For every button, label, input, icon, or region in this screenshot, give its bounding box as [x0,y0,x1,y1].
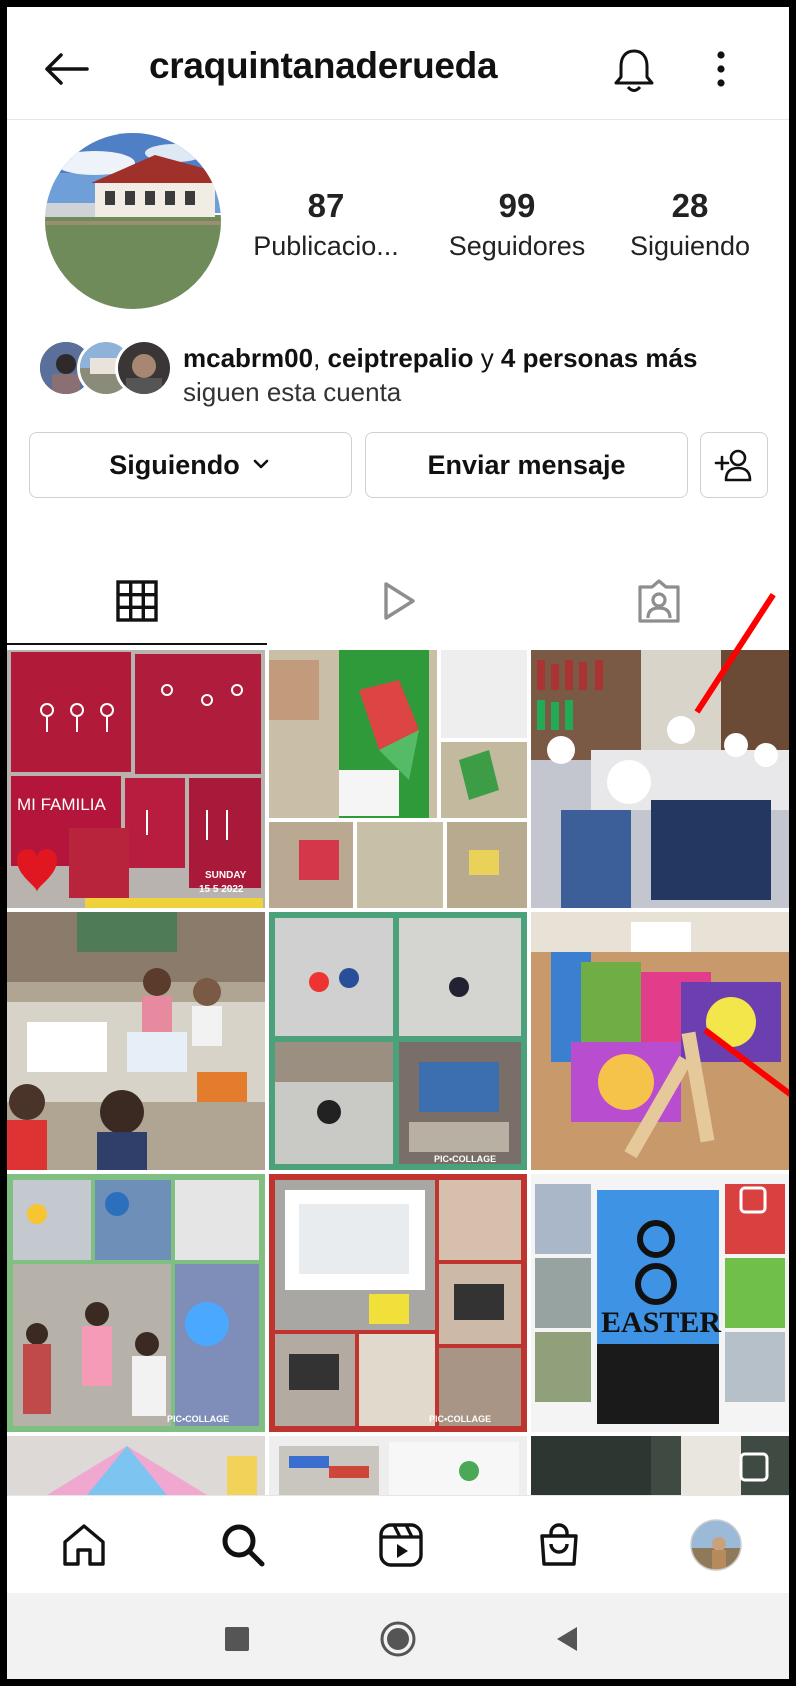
device-frame: craquintanaderueda 87 Publicacio... 99 S… [0,0,796,1686]
post-thumbnail-easter-bunny[interactable] [531,1436,789,1495]
reels-icon [379,1523,423,1567]
profile-username: craquintanaderueda [149,45,498,86]
app-screen: craquintanaderueda 87 Publicacio... 99 S… [7,7,789,1679]
nav-profile[interactable] [687,1516,745,1574]
post-thumbnail-easter[interactable]: EASTER [531,1174,789,1432]
following-button-label: Siguiendo [109,449,240,480]
followed-by-user2[interactable]: ceiptrepalio [328,343,474,373]
post-caption-day: SUNDAY [205,870,247,881]
stat-followers-value: 99 [498,187,536,224]
home-icon [63,1524,105,1566]
post-caption-date: 15 5 2022 [199,884,244,895]
post-thumbnail-library[interactable] [531,650,789,908]
back-system-button[interactable] [547,1619,587,1659]
bell-icon[interactable] [612,45,656,95]
reels-play-icon [384,582,415,620]
post-thumbnail-tablets-collage[interactable]: PIC•COLLAGE [269,1174,527,1432]
post-thumbnail-classroom[interactable] [7,912,265,1170]
followed-by-subtitle: siguen esta cuenta [183,377,402,407]
nav-search[interactable] [214,1516,272,1574]
stat-following-value: 28 [671,187,709,224]
stat-followers-label: Seguidores [448,231,586,261]
tagged-person-icon [638,579,680,623]
post-caption-title: MI FAMILIA [17,795,106,814]
post-thumbnail-bikes-collage[interactable]: PIC•COLLAGE [269,912,527,1170]
add-person-button[interactable] [700,432,768,498]
circle-icon [380,1621,416,1657]
send-message-label: Enviar mensaje [427,449,626,480]
arrow-left-icon[interactable] [41,49,91,89]
bottom-navigation [7,1495,789,1594]
tab-posts-grid[interactable] [7,555,267,647]
post-easter-word: EASTER [601,1306,721,1339]
profile-header: craquintanaderueda [7,7,789,120]
post-collage-tag: PIC•COLLAGE [434,1154,496,1164]
stat-posts[interactable]: 87 Publicacio... [251,187,401,262]
followed-by-conj: y [473,343,501,373]
system-nav-bar [7,1593,789,1679]
post-collage-tag: PIC•COLLAGE [167,1414,229,1424]
profile-tabs [7,555,789,647]
search-icon [222,1524,265,1567]
following-button[interactable]: Siguiendo [29,432,352,498]
nav-reels[interactable] [372,1516,430,1574]
shop-icon [540,1523,578,1566]
post-thumbnail-posters-collage[interactable]: PIC•COLLAGE [7,1174,265,1432]
recent-apps-button[interactable] [217,1619,257,1659]
post-thumbnail-supplies[interactable] [269,1436,527,1495]
chevron-down-icon [253,459,269,469]
followed-by-text[interactable]: mcabrm00, ceiptrepalio y 4 personas más [183,343,697,374]
followed-by-others[interactable]: 4 personas más [501,343,698,373]
triangle-back-icon [557,1627,577,1651]
followed-by-user1[interactable]: mcabrm00 [183,343,313,373]
stat-followers[interactable]: 99 Seguidores [437,187,597,262]
tab-reels[interactable] [268,555,528,647]
post-collage-tag: PIC•COLLAGE [429,1414,491,1424]
follower-avatar[interactable] [115,339,173,397]
post-thumbnail-masks[interactable] [531,912,789,1170]
nav-shop[interactable] [530,1516,588,1574]
posts-grid-icon [116,580,158,622]
add-person-icon [714,449,752,482]
post-thumbnail-tangram[interactable] [269,650,527,908]
home-system-button[interactable] [378,1619,418,1659]
followed-by-comma: , [313,343,328,373]
active-tab-indicator [7,643,267,645]
more-vertical-icon[interactable] [712,49,730,89]
nav-home[interactable] [55,1516,113,1574]
stat-posts-value: 87 [307,187,345,224]
stat-posts-label: Publicacio... [253,231,399,261]
profile-avatar[interactable] [45,133,221,309]
stat-following[interactable]: 28 Siguiendo [615,187,765,262]
post-thumbnail-fortune-teller[interactable] [7,1436,265,1495]
square-icon [225,1627,249,1651]
send-message-button[interactable]: Enviar mensaje [365,432,688,498]
post-thumbnail-family[interactable]: MI FAMILIA SUNDAY 15 5 2022 [7,650,265,908]
stat-following-label: Siguiendo [629,231,751,261]
profile-avatar [690,1519,742,1571]
